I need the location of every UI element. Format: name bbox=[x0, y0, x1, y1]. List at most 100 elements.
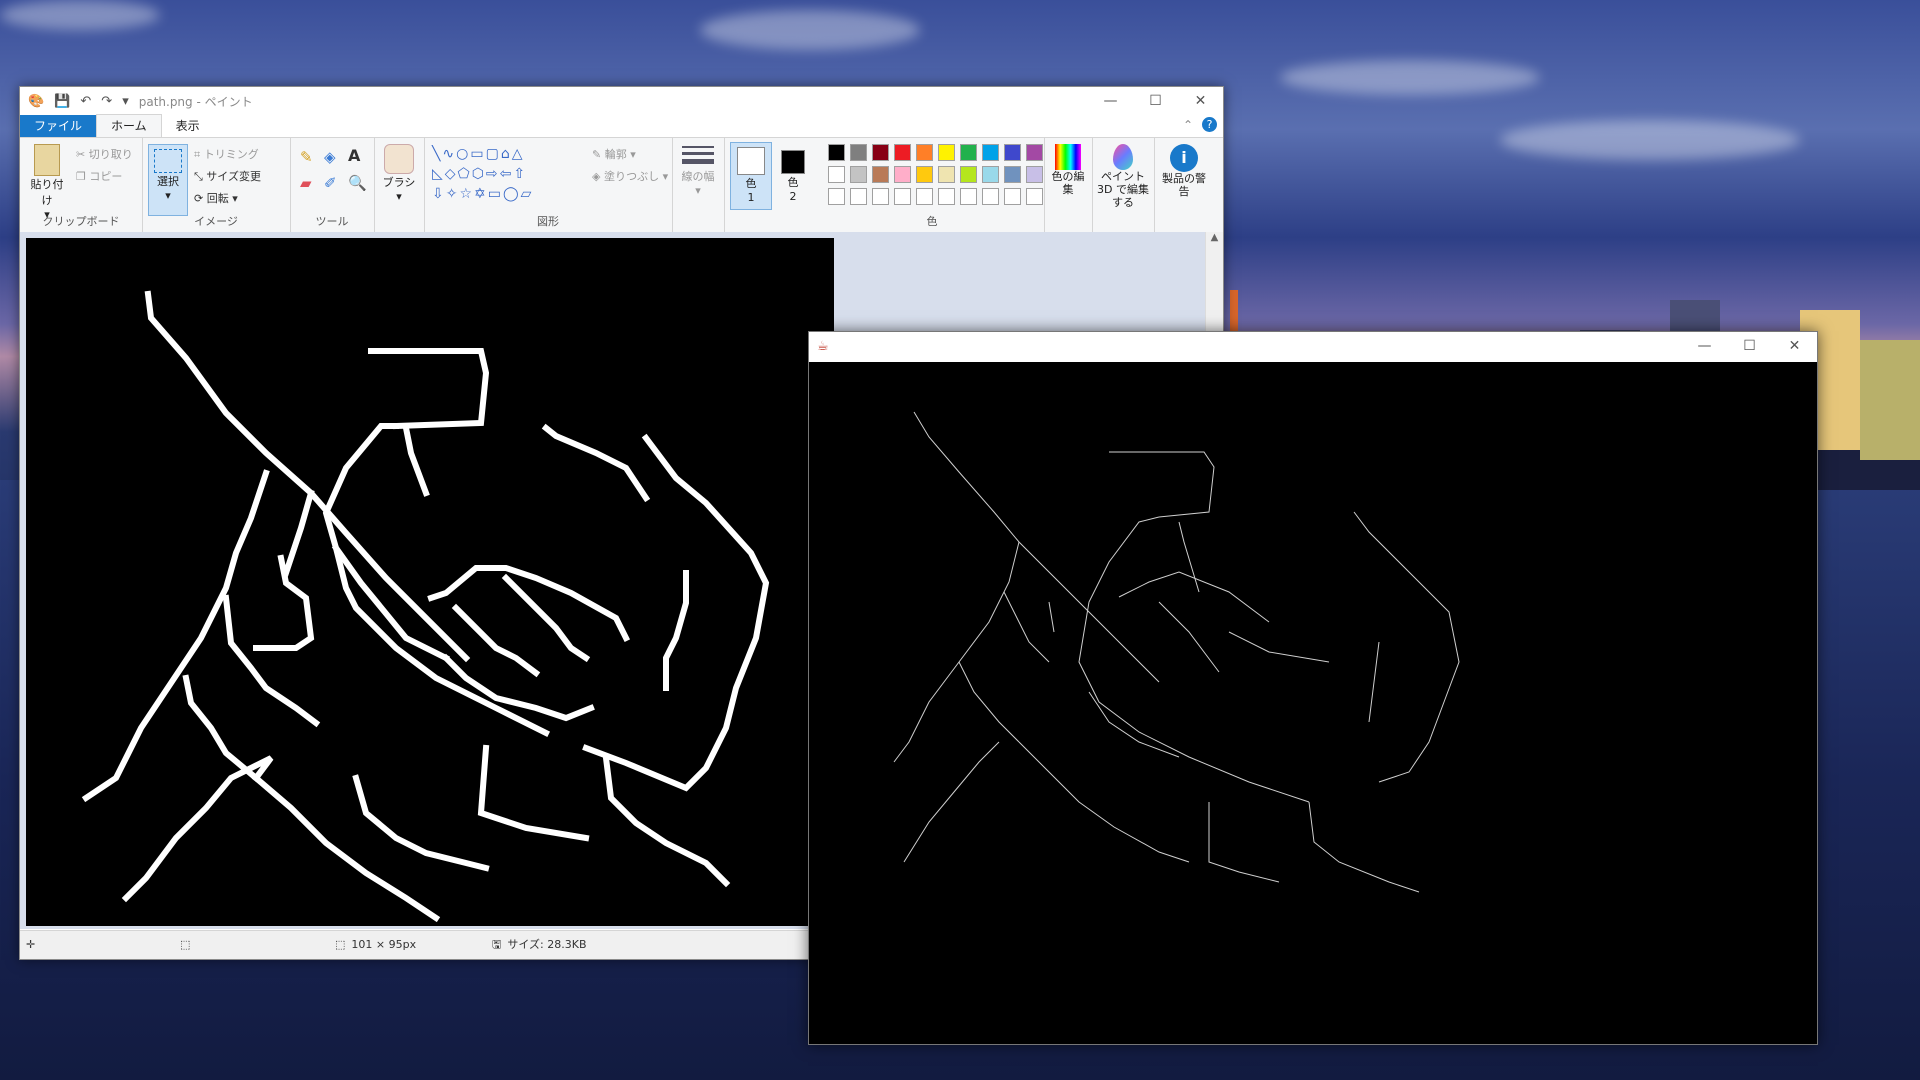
palette-swatch[interactable] bbox=[1004, 144, 1021, 161]
palette-swatch[interactable] bbox=[828, 166, 845, 183]
resize-button[interactable]: ⤡ サイズ変更 bbox=[194, 168, 261, 184]
outline-button[interactable]: ✎ 輪郭 ▾ bbox=[592, 146, 636, 162]
rainbow-icon bbox=[1055, 144, 1081, 170]
maximize-button[interactable]: ☐ bbox=[1133, 87, 1178, 115]
help-icon[interactable]: ? bbox=[1202, 117, 1217, 132]
paint3d-button[interactable]: ペイント 3D で編集する bbox=[1094, 144, 1152, 209]
palette-swatch[interactable] bbox=[1026, 166, 1043, 183]
tab-file[interactable]: ファイル bbox=[20, 115, 97, 137]
palette-swatch[interactable] bbox=[916, 166, 933, 183]
clipboard-icon bbox=[34, 144, 60, 176]
shapes-gallery[interactable]: ╲∿○▭▢⌂△ ◺◇⬠⬡⇨⇦⇧ ⇩✧☆✡▭◯▱ bbox=[432, 144, 584, 206]
palette-swatch[interactable] bbox=[894, 166, 911, 183]
file-size: 🖫 サイズ: 28.3KB bbox=[492, 931, 587, 959]
palette-swatch[interactable] bbox=[1004, 166, 1021, 183]
paste-label: 貼り付け bbox=[30, 178, 64, 207]
clipboard-group-label: クリップボード bbox=[42, 215, 120, 228]
scroll-up-icon[interactable]: ▲ bbox=[1206, 232, 1223, 243]
save-icon[interactable]: 💾 bbox=[54, 94, 70, 109]
color1-button[interactable]: 色 1 bbox=[730, 142, 772, 210]
group-active-colors: 色 1 色 2 bbox=[724, 138, 820, 232]
qat-dropdown-icon[interactable]: ▾ bbox=[122, 94, 129, 109]
palette-swatch[interactable] bbox=[828, 188, 845, 205]
shapes-row-1: ╲∿○▭▢⌂△ bbox=[432, 146, 525, 162]
tab-view[interactable]: 表示 bbox=[162, 115, 214, 137]
fill-button[interactable]: ◈ 塗りつぶし ▾ bbox=[592, 168, 668, 184]
palette-swatch[interactable] bbox=[872, 166, 889, 183]
brush-button[interactable]: ブラシ ▾ bbox=[378, 144, 420, 203]
copy-label: コピー bbox=[89, 170, 123, 183]
cursor-position-icon: ✛ bbox=[26, 938, 36, 951]
pencil-icon[interactable]: ✎ bbox=[300, 148, 313, 166]
product-alert-button[interactable]: i 製品の警告 bbox=[1160, 144, 1208, 198]
palette-swatch[interactable] bbox=[960, 166, 977, 183]
tab-home[interactable]: ホーム bbox=[96, 114, 162, 137]
size-dropdown-icon: ▾ bbox=[695, 184, 701, 197]
viewer-maximize-button[interactable]: ☐ bbox=[1727, 332, 1772, 360]
group-product-alert: i 製品の警告 bbox=[1154, 138, 1214, 232]
palette-swatch[interactable] bbox=[894, 188, 911, 205]
palette-swatch[interactable] bbox=[850, 144, 867, 161]
paint3d-icon bbox=[1113, 144, 1133, 170]
close-button[interactable]: ✕ bbox=[1178, 87, 1223, 115]
paste-button[interactable]: 貼り付け ▾ bbox=[26, 144, 68, 221]
dimensions-icon: ⬚ bbox=[335, 938, 346, 951]
collapse-ribbon-icon[interactable]: ⌃ bbox=[1183, 118, 1193, 132]
color1-sub: 1 bbox=[747, 191, 755, 204]
palette-swatch[interactable] bbox=[872, 144, 889, 161]
fill-bucket-icon[interactable]: ◈ bbox=[324, 148, 336, 166]
palette-swatch[interactable] bbox=[982, 188, 999, 205]
palette-swatch[interactable] bbox=[1004, 188, 1021, 205]
group-brush: ブラシ ▾ bbox=[374, 138, 425, 232]
magnifier-icon[interactable]: 🔍 bbox=[348, 174, 367, 192]
image-viewer-window: ☕ — ☐ ✕ bbox=[808, 331, 1818, 1045]
group-tools: ✎ ◈ A ▰ ✐ 🔍 ツール bbox=[290, 138, 375, 232]
palette-swatch[interactable] bbox=[1026, 188, 1043, 205]
palette-swatch[interactable] bbox=[960, 188, 977, 205]
selection-size-icon: ⬚ bbox=[180, 938, 191, 951]
brush-dropdown-icon: ▾ bbox=[396, 190, 402, 203]
group-shapes: ╲∿○▭▢⌂△ ◺◇⬠⬡⇨⇦⇧ ⇩✧☆✡▭◯▱ ✎ 輪郭 ▾ ◈ 塗りつぶし ▾… bbox=[424, 138, 673, 232]
palette-swatch[interactable] bbox=[828, 144, 845, 161]
copy-button[interactable]: ❐ コピー bbox=[76, 168, 122, 184]
size-label: 線の幅 bbox=[681, 170, 715, 183]
group-clipboard: 貼り付け ▾ ✂ 切り取り ❐ コピー クリップボード bbox=[20, 138, 143, 232]
palette-swatch[interactable] bbox=[982, 166, 999, 183]
image-group-label: イメージ bbox=[194, 215, 238, 228]
tools-group-label: ツール bbox=[315, 215, 349, 228]
group-edit-colors: 色の編集 bbox=[1044, 138, 1093, 232]
viewer-minimize-button[interactable]: — bbox=[1682, 332, 1727, 360]
redo-icon[interactable]: ↷ bbox=[101, 94, 112, 109]
palette-swatch[interactable] bbox=[872, 188, 889, 205]
drawing-canvas[interactable] bbox=[26, 238, 834, 926]
palette-swatch[interactable] bbox=[916, 144, 933, 161]
viewer-close-button[interactable]: ✕ bbox=[1772, 332, 1817, 360]
quick-access-toolbar: 🎨 💾 ↶ ↷ ▾ bbox=[20, 94, 129, 109]
palette-swatch[interactable] bbox=[916, 188, 933, 205]
palette-swatch[interactable] bbox=[894, 144, 911, 161]
eraser-icon[interactable]: ▰ bbox=[300, 174, 312, 192]
crop-button[interactable]: ⌗ トリミング bbox=[194, 146, 259, 162]
color-picker-icon[interactable]: ✐ bbox=[324, 174, 337, 192]
palette-swatch[interactable] bbox=[850, 188, 867, 205]
file-size-text: サイズ: 28.3KB bbox=[507, 938, 587, 951]
palette-swatch[interactable] bbox=[960, 144, 977, 161]
color2-button[interactable]: 色 2 bbox=[774, 142, 812, 203]
palette-swatch[interactable] bbox=[1026, 144, 1043, 161]
resize-label: サイズ変更 bbox=[206, 170, 261, 183]
cut-button[interactable]: ✂ 切り取り bbox=[76, 146, 133, 162]
undo-icon[interactable]: ↶ bbox=[80, 94, 91, 109]
edit-colors-button[interactable]: 色の編集 bbox=[1048, 144, 1088, 196]
group-size: 線の幅 ▾ bbox=[672, 138, 725, 232]
palette-swatch[interactable] bbox=[938, 166, 955, 183]
select-button[interactable]: 選択 ▾ bbox=[148, 144, 188, 216]
palette-swatch[interactable] bbox=[982, 144, 999, 161]
text-tool-icon[interactable]: A bbox=[348, 146, 360, 165]
palette-swatch[interactable] bbox=[850, 166, 867, 183]
minimize-button[interactable]: — bbox=[1088, 87, 1133, 115]
rotate-button[interactable]: ⟳ 回転 ▾ bbox=[194, 190, 238, 206]
size-button[interactable]: 線の幅 ▾ bbox=[678, 146, 718, 197]
shapes-row-3: ⇩✧☆✡▭◯▱ bbox=[432, 186, 534, 202]
palette-swatch[interactable] bbox=[938, 188, 955, 205]
palette-swatch[interactable] bbox=[938, 144, 955, 161]
